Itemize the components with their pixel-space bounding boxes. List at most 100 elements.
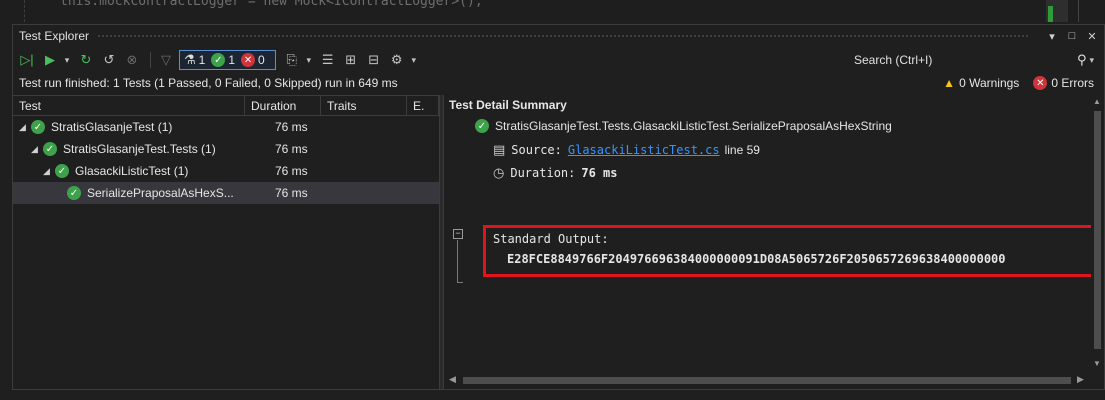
tree-row[interactable]: ◢ ✓ GlasackiListicTest (1) 76 ms bbox=[13, 160, 439, 182]
tree-row-duration: 76 ms bbox=[275, 142, 308, 156]
run-summary-text: Test run finished: 1 Tests (1 Passed, 0 … bbox=[19, 76, 398, 90]
column-header-duration[interactable]: Duration bbox=[245, 95, 321, 116]
tree-row-selected[interactable]: ✓ SerializePraposalAsHexS... 76 ms bbox=[13, 182, 439, 204]
source-label: Source: bbox=[511, 143, 562, 157]
tree-row-duration: 76 ms bbox=[275, 120, 308, 134]
expand-all-icon[interactable]: ⊞ bbox=[341, 49, 361, 71]
run-tests-icon[interactable]: ▶ bbox=[40, 49, 60, 71]
code-editor-strip: this.mockContractLogger = new Mock<ICont… bbox=[0, 0, 1105, 22]
passed-check-icon[interactable]: ✓ bbox=[211, 53, 226, 67]
search-input[interactable]: Search (Ctrl+I) bbox=[854, 53, 1077, 67]
filter-icon[interactable]: ▽ bbox=[156, 49, 176, 71]
test-explorer-panel: Test Explorer ▾ □ ✕ ▷| ▶ ▾ ↻ ↺ ⊗ ▽ ⚗ 1 ✓… bbox=[12, 24, 1105, 390]
total-tests-count: 1 bbox=[198, 53, 206, 67]
passed-check-icon: ✓ bbox=[31, 120, 45, 134]
tree-row-label: SerializePraposalAsHexS... bbox=[87, 186, 234, 200]
detail-heading: Test Detail Summary bbox=[449, 98, 567, 112]
tree-row-duration: 76 ms bbox=[275, 164, 308, 178]
column-header-traits[interactable]: Traits bbox=[321, 95, 407, 116]
passed-check-icon: ✓ bbox=[55, 164, 69, 178]
passed-check-icon: ✓ bbox=[43, 142, 57, 156]
passed-check-icon: ✓ bbox=[475, 119, 489, 133]
expand-triangle-icon[interactable]: ◢ bbox=[19, 122, 31, 133]
settings-gear-icon[interactable]: ⚙ bbox=[387, 49, 407, 71]
editor-guide-line bbox=[24, 0, 25, 22]
search-options-dropdown-icon[interactable]: ▾ bbox=[1089, 55, 1094, 66]
playlist-dropdown-icon[interactable]: ▾ bbox=[305, 49, 313, 71]
test-detail-summary: Test Detail Summary ✓ StratisGlasanjeTes… bbox=[445, 95, 1104, 389]
scroll-right-icon[interactable]: ▶ bbox=[1077, 374, 1084, 385]
toolbar-separator bbox=[150, 52, 151, 68]
tree-row-duration: 76 ms bbox=[275, 186, 308, 200]
run-dropdown-icon[interactable]: ▾ bbox=[63, 49, 71, 71]
scroll-up-icon[interactable]: ▲ bbox=[1093, 97, 1101, 106]
tree-row-label: StratisGlasanjeTest (1) bbox=[51, 120, 173, 134]
settings-dropdown-icon[interactable]: ▾ bbox=[410, 49, 418, 71]
cancel-run-icon[interactable]: ⊗ bbox=[122, 49, 142, 71]
detail-horizontal-scrollbar[interactable]: ◀ ▶ bbox=[445, 373, 1091, 387]
detail-test-name-line: ✓ StratisGlasanjeTest.Tests.GlasackiList… bbox=[475, 119, 892, 133]
passed-check-icon: ✓ bbox=[67, 186, 81, 200]
document-icon: ▤ bbox=[493, 142, 506, 157]
playlist-icon[interactable]: ⎘ bbox=[282, 49, 302, 71]
detail-source-line: ▤ Source: GlasackiListicTest.cs line 59 bbox=[493, 142, 760, 158]
test-explorer-toolbar: ▷| ▶ ▾ ↻ ↺ ⊗ ▽ ⚗ 1 ✓ 1 ✕ 0 ⎘ ▾ ☰ ⊞ ⊟ ⚙ ▾… bbox=[13, 47, 1104, 73]
outline-guide-end bbox=[457, 282, 463, 283]
scrollbar-thumb[interactable] bbox=[463, 377, 1071, 384]
close-icon[interactable]: ✕ bbox=[1086, 30, 1098, 43]
warnings-indicator[interactable]: ▲ 0 Warnings bbox=[943, 76, 1019, 90]
highlight-annotation-box bbox=[483, 225, 1096, 277]
column-header-test[interactable]: Test bbox=[13, 95, 245, 116]
flask-icon[interactable]: ⚗ bbox=[184, 52, 196, 68]
detail-vertical-scrollbar[interactable]: ▲ ▼ bbox=[1091, 95, 1104, 371]
clock-icon: ◷ bbox=[493, 165, 505, 180]
scroll-down-icon[interactable]: ▼ bbox=[1093, 359, 1101, 368]
explorer-content: Test Duration Traits E. ◢ ✓ StratisGlasa… bbox=[13, 95, 1104, 389]
editor-scroll-divider bbox=[1078, 0, 1079, 22]
group-by-icon[interactable]: ☰ bbox=[318, 49, 338, 71]
source-file-link[interactable]: GlasackiListicTest.cs bbox=[568, 143, 720, 157]
outline-guide bbox=[457, 240, 458, 283]
scrollbar-thumb[interactable] bbox=[1094, 111, 1101, 349]
error-x-icon: ✕ bbox=[1033, 76, 1048, 90]
source-line-label: line 59 bbox=[724, 143, 760, 157]
expand-triangle-icon[interactable]: ◢ bbox=[43, 166, 55, 177]
detail-duration-line: ◷ Duration: 76 ms bbox=[493, 165, 618, 181]
bottom-edge bbox=[0, 391, 1105, 400]
scroll-left-icon[interactable]: ◀ bbox=[449, 374, 456, 385]
window-position-dropdown-icon[interactable]: ▾ bbox=[1046, 30, 1058, 43]
search-icon[interactable]: ⚲ bbox=[1077, 52, 1087, 68]
tree-row[interactable]: ◢ ✓ StratisGlasanjeTest.Tests (1) 76 ms bbox=[13, 138, 439, 160]
rerun-failed-tests-icon[interactable]: ↺ bbox=[99, 49, 119, 71]
column-header-error[interactable]: E. bbox=[407, 95, 439, 116]
search-box[interactable]: Search (Ctrl+I) ⚲ ▾ bbox=[848, 49, 1100, 71]
tree-column-headers: Test Duration Traits E. bbox=[13, 95, 439, 116]
passed-tests-count: 1 bbox=[228, 53, 236, 67]
duration-value: 76 ms bbox=[581, 166, 618, 180]
tree-row[interactable]: ◢ ✓ StratisGlasanjeTest (1) 76 ms bbox=[13, 116, 439, 138]
collapse-output-icon[interactable]: − bbox=[453, 229, 463, 239]
failed-tests-count: 0 bbox=[258, 53, 265, 67]
tree-row-label: StratisGlasanjeTest.Tests (1) bbox=[63, 142, 216, 156]
titlebar-grip[interactable] bbox=[97, 33, 1030, 39]
expand-triangle-icon[interactable]: ◢ bbox=[31, 144, 43, 155]
warning-triangle-icon: ▲ bbox=[943, 76, 956, 90]
test-tree: Test Duration Traits E. ◢ ✓ StratisGlasa… bbox=[13, 95, 439, 389]
pane-splitter[interactable] bbox=[439, 95, 444, 389]
maximize-icon[interactable]: □ bbox=[1066, 30, 1078, 42]
editor-code-line: this.mockContractLogger = new Mock<ICont… bbox=[60, 0, 483, 9]
warnings-count-label: 0 Warnings bbox=[959, 76, 1020, 90]
run-all-tests-icon[interactable]: ▷| bbox=[17, 49, 37, 71]
failed-x-icon[interactable]: ✕ bbox=[241, 53, 256, 67]
outcome-filter-group[interactable]: ⚗ 1 ✓ 1 ✕ 0 bbox=[179, 50, 276, 70]
tree-row-label: GlasackiListicTest (1) bbox=[75, 164, 189, 178]
errors-indicator[interactable]: ✕ 0 Errors bbox=[1033, 76, 1094, 90]
test-full-name: StratisGlasanjeTest.Tests.GlasackiListic… bbox=[495, 119, 892, 133]
run-status-bar: Test run finished: 1 Tests (1 Passed, 0 … bbox=[13, 73, 1104, 93]
duration-label: Duration: bbox=[510, 166, 576, 180]
errors-count-label: 0 Errors bbox=[1051, 76, 1094, 90]
panel-titlebar[interactable]: Test Explorer ▾ □ ✕ bbox=[13, 25, 1104, 47]
collapse-all-icon[interactable]: ⊟ bbox=[364, 49, 384, 71]
panel-title: Test Explorer bbox=[19, 29, 90, 43]
repeat-last-run-icon[interactable]: ↻ bbox=[76, 49, 96, 71]
